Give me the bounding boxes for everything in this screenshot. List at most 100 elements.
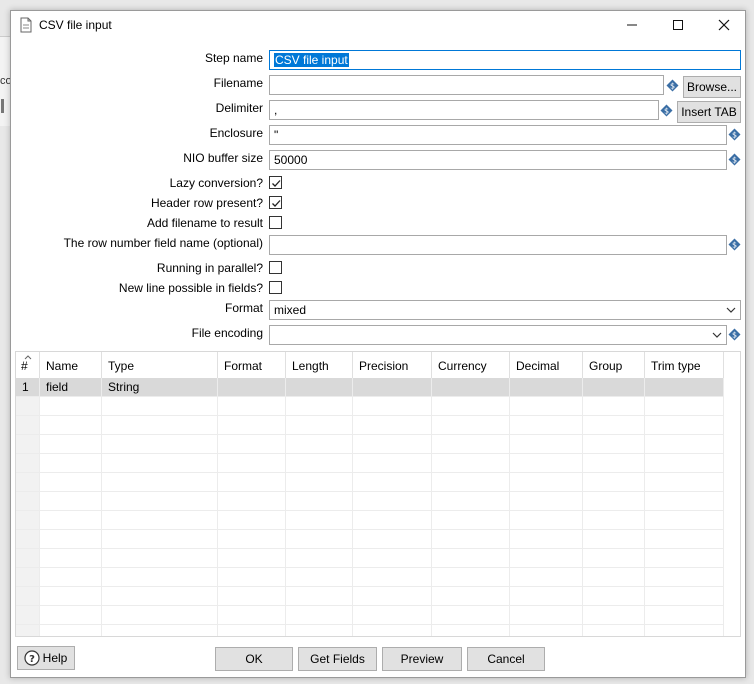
insert-tab-button[interactable]: Insert TAB [677, 101, 741, 123]
help-button[interactable]: ? Help [17, 646, 75, 670]
grid-line [582, 435, 583, 454]
grid-line [39, 549, 40, 568]
grid-line [352, 435, 353, 454]
grid-line [431, 530, 432, 549]
nio-buffer-size-input[interactable]: 50000 [269, 150, 727, 170]
currency-cell[interactable] [432, 378, 510, 397]
grid-line [352, 568, 353, 587]
get-fields-button[interactable]: Get Fields [298, 647, 377, 671]
format-select[interactable]: mixed [269, 300, 741, 320]
delimiter-input[interactable]: , [269, 100, 659, 120]
title-bar[interactable]: CSV file input [11, 11, 745, 39]
grid-line [644, 435, 645, 454]
empty-table-row [16, 397, 724, 416]
grid-line [509, 549, 510, 568]
csv-file-input-dialog: CSV file input Step name CSV file input … [10, 10, 746, 678]
svg-text:$: $ [670, 82, 675, 91]
column-header-precision[interactable]: Precision [353, 352, 432, 378]
column-header-number[interactable]: # [16, 352, 40, 378]
format-cell[interactable] [218, 378, 286, 397]
file-encoding-select[interactable] [269, 325, 727, 345]
grid-line [509, 511, 510, 530]
column-header-length[interactable]: Length [286, 352, 353, 378]
svg-text:$: $ [732, 241, 737, 250]
sort-up-icon [24, 355, 32, 360]
grid-line [285, 530, 286, 549]
grid-line [431, 397, 432, 416]
new-line-possible-checkbox[interactable] [269, 281, 282, 294]
maximize-button[interactable] [655, 11, 701, 39]
grid-line [723, 549, 724, 568]
grid-line [285, 606, 286, 625]
grid-line [582, 473, 583, 492]
grid-line [39, 397, 40, 416]
grid-line [285, 568, 286, 587]
ok-button[interactable]: OK [215, 647, 293, 671]
grid-line [101, 492, 102, 511]
row-number-field-input[interactable] [269, 235, 727, 255]
fields-table[interactable]: # Name Type Format Length Precision Curr… [15, 351, 741, 637]
type-cell[interactable]: String [102, 378, 218, 397]
grid-line [285, 416, 286, 435]
grid-line [101, 454, 102, 473]
step-name-input[interactable]: CSV file input [269, 50, 741, 70]
filename-input[interactable] [269, 75, 664, 95]
grid-line [644, 454, 645, 473]
column-header-trim-type[interactable]: Trim type [645, 352, 724, 378]
preview-button[interactable]: Preview [382, 647, 462, 671]
grid-line [39, 606, 40, 625]
format-label: Format [224, 301, 263, 315]
grid-line [101, 606, 102, 625]
name-cell[interactable]: field [40, 378, 102, 397]
grid-line [101, 530, 102, 549]
browse-button[interactable]: Browse... [683, 76, 741, 98]
column-header-name[interactable]: Name [40, 352, 102, 378]
grid-line [509, 625, 510, 636]
grid-line [39, 492, 40, 511]
grid-line [582, 416, 583, 435]
add-filename-checkbox[interactable] [269, 216, 282, 229]
column-header-decimal[interactable]: Decimal [510, 352, 583, 378]
background-app-fragment: co [0, 36, 12, 126]
column-header-group[interactable]: Group [583, 352, 645, 378]
grid-line [285, 625, 286, 636]
column-header-format[interactable]: Format [218, 352, 286, 378]
empty-table-row [16, 568, 724, 587]
minimize-button[interactable] [609, 11, 655, 39]
svg-text:$: $ [732, 131, 737, 140]
grid-line [431, 435, 432, 454]
grid-line [39, 416, 40, 435]
grid-line [644, 416, 645, 435]
cancel-button[interactable]: Cancel [467, 647, 545, 671]
table-header: # Name Type Format Length Precision Curr… [16, 352, 740, 378]
grid-line [431, 549, 432, 568]
grid-line [285, 473, 286, 492]
precision-cell[interactable] [353, 378, 432, 397]
running-parallel-checkbox[interactable] [269, 261, 282, 274]
variable-dollar-icon: $ [666, 79, 679, 92]
table-row[interactable]: 1 field String [16, 378, 724, 397]
grid-line [723, 606, 724, 625]
grid-line [582, 549, 583, 568]
grid-line [217, 606, 218, 625]
grid-line [352, 416, 353, 435]
grid-line [644, 397, 645, 416]
trim-type-cell[interactable] [645, 378, 724, 397]
grid-line [644, 587, 645, 606]
grid-line [285, 454, 286, 473]
variable-dollar-icon: $ [660, 104, 673, 117]
decimal-cell[interactable] [510, 378, 583, 397]
empty-table-row [16, 530, 724, 549]
lazy-conversion-checkbox[interactable] [269, 176, 282, 189]
length-cell[interactable] [286, 378, 353, 397]
step-name-label: Step name [204, 51, 263, 65]
grid-line [285, 587, 286, 606]
group-cell[interactable] [583, 378, 645, 397]
grid-line [509, 568, 510, 587]
grid-line [582, 568, 583, 587]
close-button[interactable] [701, 11, 747, 39]
column-header-currency[interactable]: Currency [432, 352, 510, 378]
header-row-present-checkbox[interactable] [269, 196, 282, 209]
column-header-type[interactable]: Type [102, 352, 218, 378]
enclosure-input[interactable]: " [269, 125, 727, 145]
